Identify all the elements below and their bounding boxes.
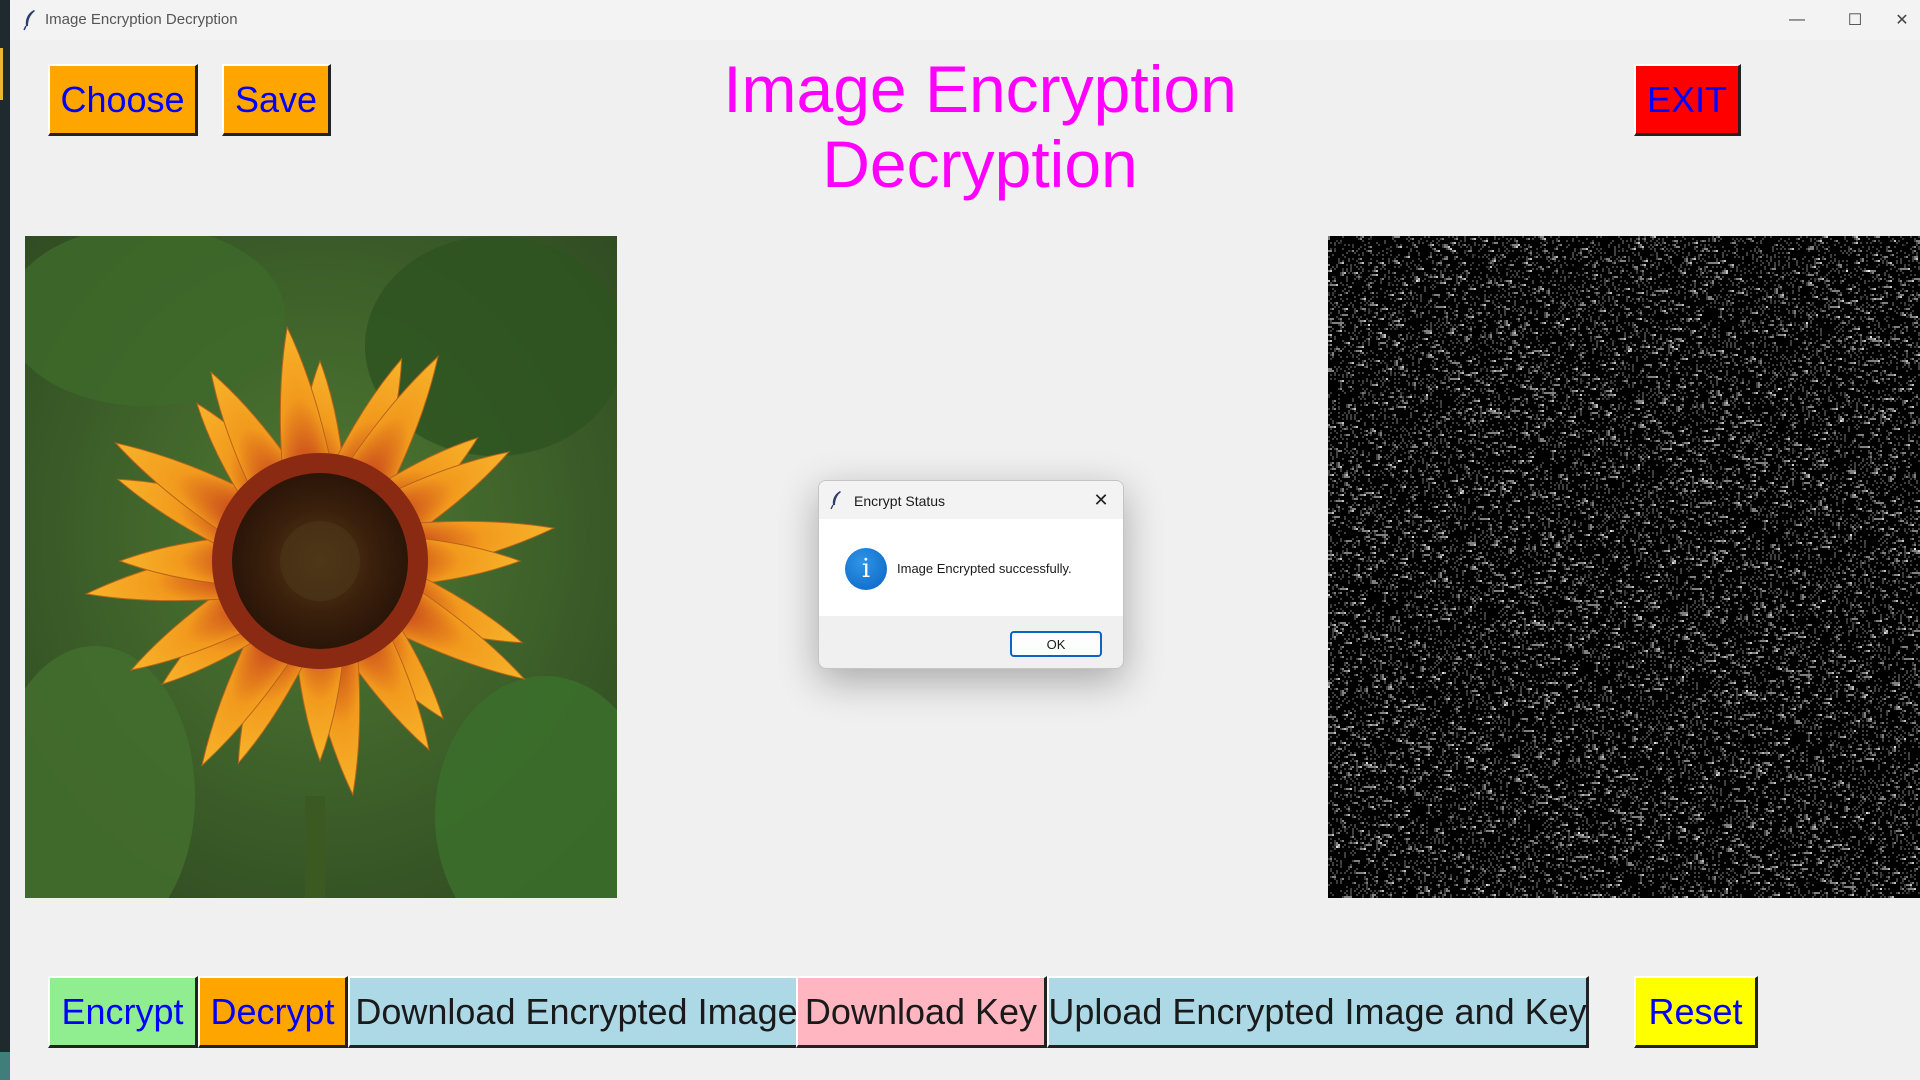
ok-button[interactable]: OK (1010, 631, 1102, 657)
encrypt-status-dialog: Encrypt Status ✕ i Image Encrypted succe… (818, 480, 1124, 669)
desktop-taskbar-fragment (0, 1052, 10, 1080)
app-window: Image Encryption Decryption — ☐ ✕ Choose… (10, 0, 1920, 1080)
upload-encrypted-image-and-key-button[interactable]: Upload Encrypted Image and Key (1047, 976, 1589, 1048)
desktop-edge (0, 0, 10, 1080)
dialog-body: i Image Encrypted successfully. (819, 519, 1123, 616)
close-window-button[interactable]: ✕ (1884, 0, 1920, 40)
save-button[interactable]: Save (222, 64, 331, 136)
maximize-button[interactable]: ☐ (1826, 0, 1884, 40)
page-title-line-2: Decryption (822, 127, 1138, 201)
sunflower-image (25, 236, 617, 898)
dialog-title: Encrypt Status (854, 493, 946, 509)
original-image (25, 236, 617, 898)
window-title: Image Encryption Decryption (45, 11, 238, 28)
encrypted-image (1328, 236, 1920, 898)
decrypt-button[interactable]: Decrypt (198, 976, 348, 1048)
encrypt-button[interactable]: Encrypt (48, 976, 198, 1048)
exit-button[interactable]: EXIT (1634, 64, 1741, 136)
noise-image (1328, 236, 1920, 898)
page-title: Image Encryption Decryption (630, 52, 1330, 202)
info-icon: i (845, 548, 887, 590)
feather-icon (830, 491, 841, 510)
choose-button[interactable]: Choose (48, 64, 198, 136)
close-icon[interactable]: ✕ (1089, 489, 1113, 511)
dialog-message: Image Encrypted successfully. (897, 561, 1072, 576)
reset-button[interactable]: Reset (1634, 976, 1758, 1048)
title-bar[interactable]: Image Encryption Decryption — ☐ ✕ (10, 0, 1920, 40)
download-encrypted-image-button[interactable]: Download Encrypted Image (348, 976, 806, 1048)
download-key-button[interactable]: Download Key (796, 976, 1047, 1048)
minimize-button[interactable]: — (1768, 0, 1826, 40)
feather-icon (23, 10, 35, 31)
dialog-title-bar[interactable]: Encrypt Status ✕ (819, 481, 1123, 519)
page-title-line-1: Image Encryption (723, 52, 1237, 126)
desktop-accent (0, 48, 3, 100)
